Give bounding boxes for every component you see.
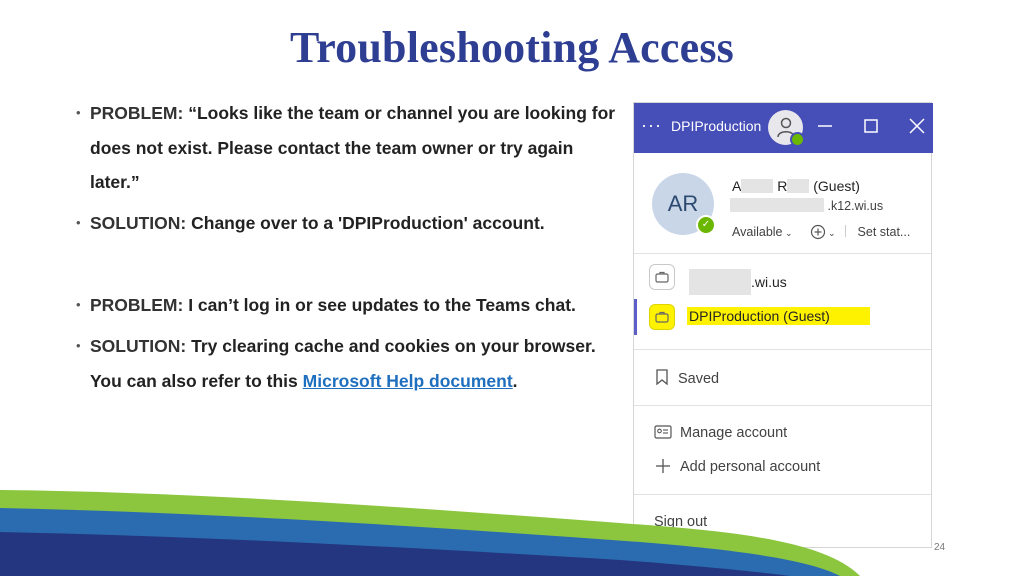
profile-email: .k12.wi.us (730, 198, 883, 213)
bullet-label: SOLUTION: (90, 213, 187, 233)
slide-title: Troubleshooting Access (289, 23, 735, 72)
add-personal-account-button[interactable]: Add personal account (654, 458, 820, 475)
maximize-button[interactable] (860, 115, 882, 137)
bullet-label: SOLUTION: (90, 336, 187, 356)
briefcase-icon (649, 264, 675, 290)
profile-avatar[interactable]: AR ✓ (652, 173, 716, 235)
account-item-dpiproduction[interactable]: DPIProduction (Guest) (634, 302, 931, 334)
decorative-wave-band (0, 490, 860, 576)
status-available-icon: ✓ (696, 215, 716, 235)
bullet-label: PROBLEM: (90, 103, 184, 123)
bullet-solution-1: • SOLUTION: Change over to a 'DPIProduct… (76, 213, 545, 233)
avatar[interactable] (768, 110, 805, 147)
titlebar-account-name: DPIProduction (671, 118, 762, 134)
divider (634, 349, 931, 350)
briefcase-icon (649, 304, 675, 330)
bullet-label: PROBLEM: (90, 295, 184, 315)
set-status-button[interactable]: Set stat... (858, 225, 911, 239)
profile-status-row: Available ⌄ ⌄ Set stat... (732, 224, 910, 240)
bullet-text: I can’t log in or see updates to the Tea… (188, 295, 576, 315)
divider (634, 405, 931, 406)
close-button[interactable] (906, 115, 928, 137)
redacted-block (787, 179, 810, 193)
profile-name: A R (Guest) (732, 178, 860, 194)
teams-account-panel: ··· DPIProduction AR ✓ A R (Guest) .k12.… (633, 102, 933, 548)
redacted-block (741, 179, 774, 193)
close-icon (909, 118, 925, 134)
bullet-problem-1: • PROBLEM: “Looks like the team or chann… (76, 103, 616, 192)
status-dropdown[interactable]: Available (732, 225, 783, 239)
minimize-icon (818, 125, 832, 127)
saved-button[interactable]: Saved (654, 368, 719, 387)
divider (634, 253, 931, 254)
bullet-text-end: . (512, 370, 518, 391)
profile-initials: AR (667, 191, 699, 216)
redacted-block (689, 269, 751, 295)
status-available-icon (790, 132, 805, 147)
bullet-solution-2: • SOLUTION: Try clearing cache and cooki… (76, 336, 596, 391)
id-card-icon (654, 425, 672, 439)
bullet-problem-2: • PROBLEM: I can’t log in or see updates… (76, 295, 576, 315)
redacted-block (730, 198, 824, 212)
account-label: DPIProduction (Guest) (687, 307, 870, 325)
minimize-button[interactable] (814, 115, 836, 137)
account-label: .wi.us (689, 269, 787, 295)
maximize-icon (864, 119, 878, 133)
bullet-text: Change over to a 'DPIProduction' account… (191, 213, 545, 233)
chevron-down-icon: ⌄ (782, 228, 793, 238)
bookmark-icon (656, 369, 668, 386)
plus-icon (656, 459, 670, 473)
account-item-org[interactable]: .wi.us (634, 262, 931, 295)
teams-titlebar: ··· DPIProduction (634, 103, 933, 153)
chevron-down-icon: ⌄ (825, 228, 836, 238)
page-number: 24 (934, 542, 946, 553)
microsoft-help-link[interactable]: Microsoft Help document (303, 371, 513, 391)
add-status-icon[interactable] (810, 224, 826, 240)
manage-account-button[interactable]: Manage account (654, 424, 787, 441)
ellipsis-icon[interactable]: ··· (641, 115, 662, 136)
